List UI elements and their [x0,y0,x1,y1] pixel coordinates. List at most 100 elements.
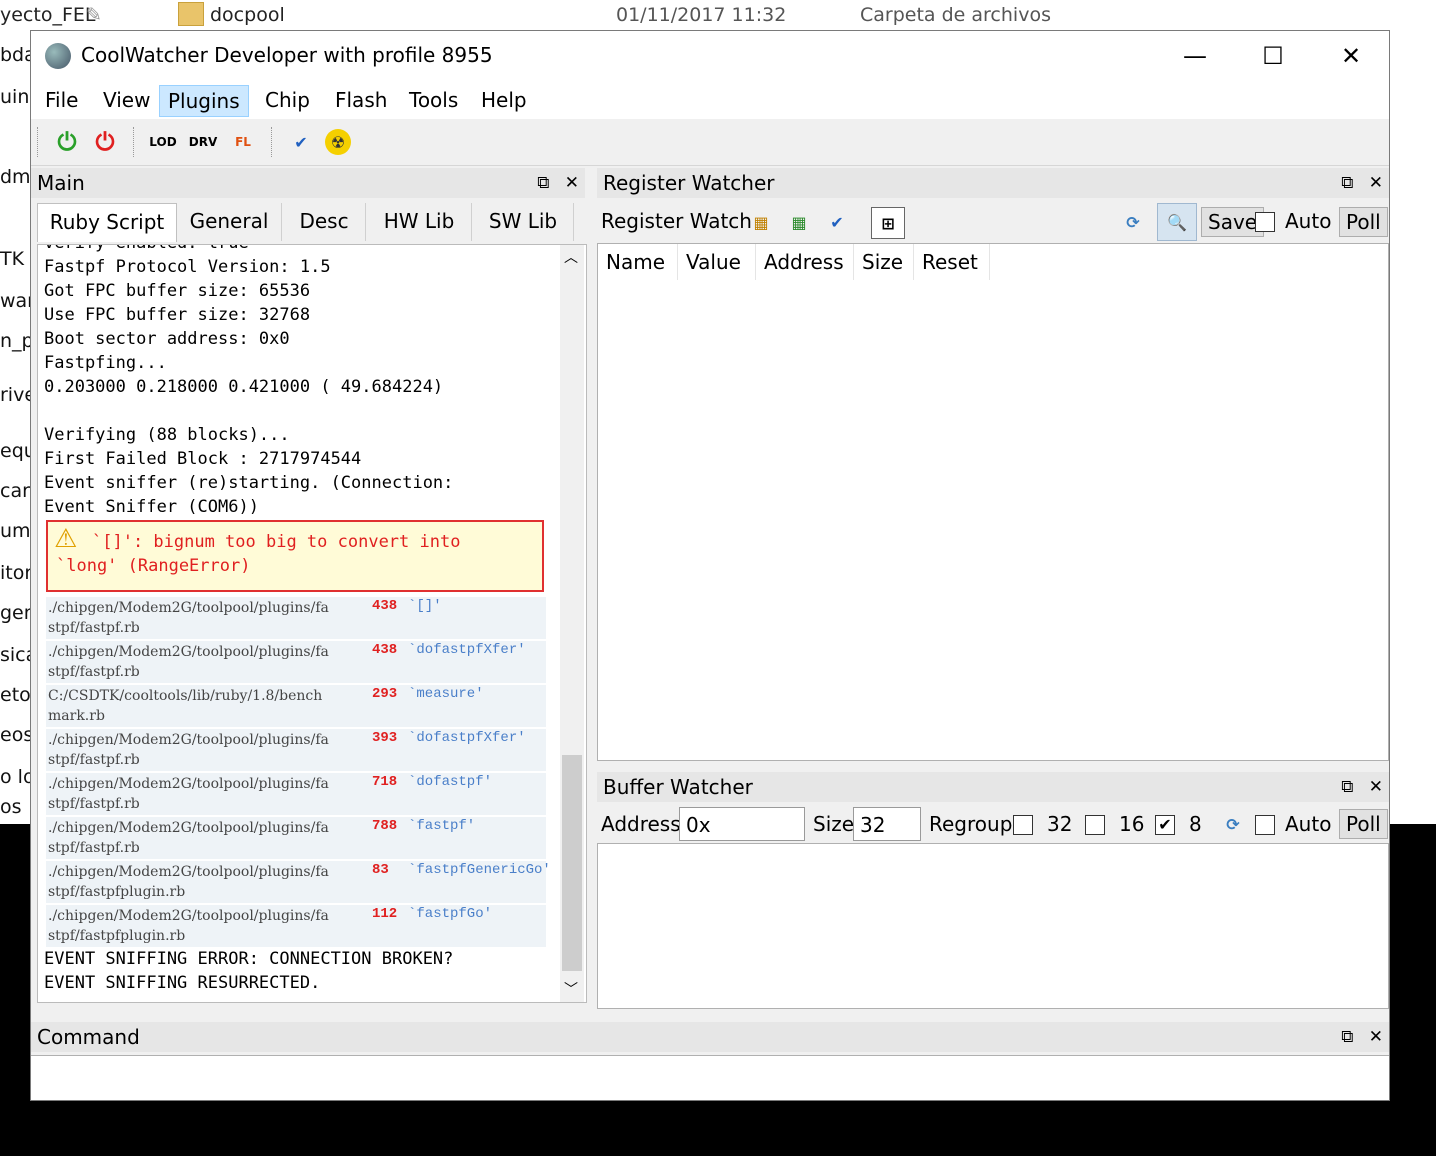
column-header-size[interactable]: Size [854,244,914,280]
dock-buttons: ⧉ ✕ [527,168,579,198]
register-table[interactable]: Name Value Address Size Reset [597,243,1389,761]
close-icon[interactable]: ✕ [1369,777,1383,797]
size-input[interactable]: 32 [853,807,921,841]
column-header-value[interactable]: Value [678,244,756,280]
scroll-thumb[interactable] [562,755,582,971]
main-title: Main [37,171,85,195]
burn-flash-icon[interactable]: FL [227,127,259,157]
explorer-row[interactable]: yecto_FEL ✎ docpool 01/11/2017 11:32 Car… [0,0,1436,32]
float-icon[interactable]: ⧉ [1341,1027,1353,1047]
tool-check-icon[interactable]: ✔ [285,127,317,157]
menu-file[interactable]: File [37,85,86,115]
menu-tools[interactable]: Tools [401,85,466,115]
trace-line: 293 [372,686,398,702]
float-icon[interactable]: ⧉ [1341,777,1353,797]
poll-button[interactable]: Poll [1339,207,1388,237]
regroup-8-checkbox[interactable]: ✔ [1155,815,1175,835]
buffer-view[interactable] [597,843,1389,1009]
trace-file: ./chipgen/Modem2G/toolpool/plugins/fa st… [48,644,329,680]
float-icon[interactable]: ⧉ [537,173,549,193]
trace-file: ./chipgen/Modem2G/toolpool/plugins/fa st… [48,776,329,812]
menu-flash[interactable]: Flash [327,85,395,115]
tab-general[interactable]: General [177,203,282,241]
scroll-up-icon[interactable]: ︿ [564,247,578,267]
address-input[interactable]: 0x [679,807,805,841]
auto-checkbox[interactable] [1255,815,1275,835]
app-icon [45,43,71,69]
trace-file: ./chipgen/Modem2G/toolpool/plugins/fa st… [48,864,329,900]
radiation-icon[interactable]: ☢ [325,129,351,155]
column-header-reset[interactable]: Reset [914,244,990,280]
tree-view-icon[interactable]: ⊞ [871,207,905,239]
close-icon[interactable]: ✕ [1369,173,1383,193]
console-line: Event Sniffer (COM6)) [44,497,259,517]
buffer-watcher-title: Buffer Watcher [603,775,753,799]
add-register-group-icon[interactable]: ▦ [783,207,815,237]
menu-plugins[interactable]: Plugins [159,85,249,117]
refresh-icon[interactable]: ⟳ [1217,809,1249,839]
trace-method: `[]' [408,598,442,614]
tab-desc[interactable]: Desc [283,203,366,241]
explorer-row-name: docpool [210,4,285,26]
trace-row[interactable]: ./chipgen/Modem2G/toolpool/plugins/fa st… [46,773,546,815]
main-dock-title: Main ⧉ ✕ [31,168,585,198]
menu-chip[interactable]: Chip [257,85,318,115]
toolbar: ⏻ ⏻ LOD DRV FL ✔ ☢ [31,119,1389,166]
explorer-left-item[interactable]: os [0,796,22,818]
tab-ruby-script[interactable]: Ruby Script [37,203,177,242]
command-input[interactable] [31,1055,1389,1100]
auto-label: Auto [1285,812,1332,836]
trace-row[interactable]: ./chipgen/Modem2G/toolpool/plugins/fa st… [46,729,546,771]
close-icon[interactable]: ✕ [565,173,579,193]
console-line: Fastpfing... [44,353,167,373]
poll-button[interactable]: Poll [1339,809,1388,839]
float-icon[interactable]: ⧉ [1341,173,1353,193]
trace-method: `dofastpfXfer' [408,730,526,746]
menu-help[interactable]: Help [473,85,535,115]
console-line: 0.203000 0.218000 0.421000 ( 49.684224) [44,377,444,397]
register-watch-label: Register Watch [601,209,752,233]
console-scrollbar[interactable]: ︿ ﹀ [560,245,584,1002]
edit-register-icon[interactable]: ✔ [821,207,853,237]
trace-row[interactable]: ./chipgen/Modem2G/toolpool/plugins/fa st… [46,861,551,903]
menu-view[interactable]: View [95,85,158,115]
scroll-down-icon[interactable]: ﹀ [564,979,578,999]
address-label: Address [601,812,681,836]
title-bar[interactable]: CoolWatcher Developer with profile 8955 … [31,31,1389,81]
regroup-16-checkbox[interactable] [1085,815,1105,835]
power-on-icon[interactable]: ⏻ [51,127,83,157]
explorer-left-item[interactable]: eos [0,724,33,746]
trace-row[interactable]: ./chipgen/Modem2G/toolpool/plugins/fa st… [46,905,546,947]
trace-row[interactable]: ./chipgen/Modem2G/toolpool/plugins/fa st… [46,817,546,859]
console-line: Fastpf Protocol Version: 1.5 [44,257,331,277]
regroup-32-checkbox[interactable] [1013,815,1033,835]
add-register-icon[interactable]: ▦ [745,207,777,237]
close-button[interactable]: ✕ [1313,31,1389,81]
lod-flash-icon[interactable]: LOD [147,127,179,157]
trace-row[interactable]: C:/CSDTK/cooltools/lib/ruby/1.8/bench ma… [46,685,546,727]
explorer-left-item[interactable]: itor [0,562,32,584]
refresh-icon[interactable]: ⟳ [1117,207,1149,237]
ruby-console[interactable]: verify enabled: true Fastpf Protocol Ver… [37,244,587,1003]
trace-row[interactable]: ./chipgen/Modem2G/toolpool/plugins/fa st… [46,641,546,683]
search-icon[interactable]: 🔍 [1157,203,1197,241]
explorer-left-item[interactable]: TK [0,248,24,270]
dock-buttons: ⧉ ✕ [1331,1022,1383,1052]
tab-sw-lib[interactable]: SW Lib [473,203,574,241]
drv-flash-icon[interactable]: DRV [187,127,219,157]
column-header-address[interactable]: Address [756,244,854,280]
trace-line: 438 [372,642,398,658]
size-label: Size [813,812,855,836]
power-off-icon[interactable]: ⏻ [89,127,121,157]
register-watcher-title: Register Watcher [603,171,775,195]
minimize-button[interactable]: — [1157,31,1233,81]
trace-line: 83 [372,862,389,878]
tab-hw-lib[interactable]: HW Lib [367,203,472,241]
auto-checkbox[interactable] [1255,212,1275,232]
close-icon[interactable]: ✕ [1369,1027,1383,1047]
error-line-1: `[]': bignum too big to convert into [92,532,461,552]
column-header-name[interactable]: Name [598,244,678,280]
maximize-button[interactable]: ☐ [1235,31,1311,81]
menu-bar: File View Plugins Chip Flash Tools Help [31,81,1389,119]
trace-row[interactable]: ./chipgen/Modem2G/toolpool/plugins/fa st… [46,597,546,639]
